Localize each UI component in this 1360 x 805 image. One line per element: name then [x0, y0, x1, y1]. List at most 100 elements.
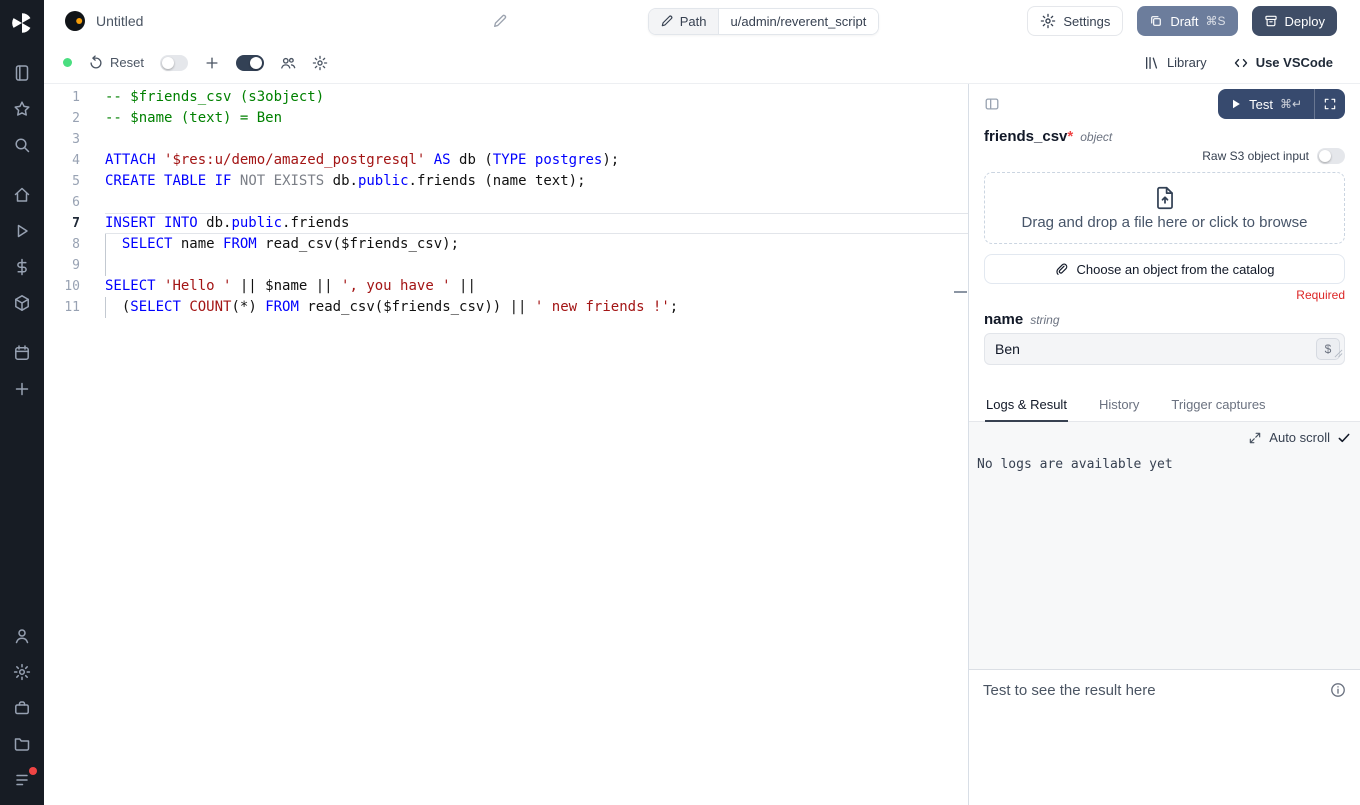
- arg-type-label: object: [1080, 130, 1112, 144]
- logs-section: Auto scroll No logs are available yet: [969, 422, 1360, 670]
- add-button[interactable]: [204, 55, 220, 71]
- code-line[interactable]: 9: [44, 255, 968, 276]
- required-hint: Required: [984, 288, 1345, 302]
- code-line[interactable]: 1-- $friends_csv (s3object): [44, 87, 968, 108]
- calendar-icon[interactable]: [11, 342, 33, 364]
- script-title[interactable]: Untitled: [96, 13, 143, 29]
- line-number: 6: [44, 192, 105, 213]
- autoscroll-label: Auto scroll: [1269, 430, 1330, 445]
- right-panel: Test ⌘↵ friends_csv* object Raw S3 objec…: [968, 84, 1360, 805]
- fullscreen-test-button[interactable]: [1314, 89, 1345, 119]
- notification-dot: [29, 767, 37, 775]
- path-label: Path: [680, 14, 707, 29]
- code-line[interactable]: 4ATTACH '$res:u/demo/amazed_postgresql' …: [44, 150, 968, 171]
- windmill-logo[interactable]: [9, 10, 35, 36]
- assistant-toggle[interactable]: [160, 55, 188, 71]
- status-dot: [63, 58, 72, 67]
- file-dropzone[interactable]: Drag and drop a file here or click to br…: [984, 172, 1345, 244]
- gear-icon: [312, 55, 328, 71]
- editor-settings-button[interactable]: [312, 55, 328, 71]
- editor-toolbar: Reset Library Use VSCode: [44, 42, 1360, 84]
- reset-button[interactable]: Reset: [88, 55, 144, 71]
- user-icon[interactable]: [11, 625, 33, 647]
- play-icon[interactable]: [11, 220, 33, 242]
- overview-ruler-cursor-mark: [954, 291, 967, 293]
- line-number: 10: [44, 276, 105, 297]
- panel-layout-icon[interactable]: [984, 96, 1000, 112]
- code-line[interactable]: 8 SELECT name FROM read_csv($friends_csv…: [44, 234, 968, 255]
- tab-logs-result[interactable]: Logs & Result: [985, 388, 1068, 421]
- code-line[interactable]: 5CREATE TABLE IF NOT EXISTS db.public.fr…: [44, 171, 968, 192]
- book-icon[interactable]: [11, 62, 33, 84]
- raw-s3-toggle[interactable]: [1317, 148, 1345, 164]
- maximize-icon: [1323, 97, 1337, 111]
- settings-button[interactable]: Settings: [1027, 6, 1123, 36]
- choose-catalog-object-button[interactable]: Choose an object from the catalog: [984, 254, 1345, 284]
- diff-toggle[interactable]: [236, 55, 264, 71]
- name-input[interactable]: [984, 333, 1345, 365]
- use-vscode-button[interactable]: Use VSCode: [1233, 55, 1333, 71]
- dropzone-label: Drag and drop a file here or click to br…: [1022, 214, 1308, 231]
- duckdb-language-icon: [64, 10, 86, 32]
- line-number: 7: [44, 213, 105, 234]
- users-icon: [280, 55, 296, 71]
- arg-name: name string $: [969, 302, 1360, 365]
- logs-empty-text: No logs are available yet: [969, 447, 1360, 482]
- upload-file-icon: [1152, 185, 1178, 211]
- library-button[interactable]: Library: [1144, 55, 1207, 71]
- line-number: 5: [44, 171, 105, 192]
- plus-icon: [204, 55, 220, 71]
- gear-icon: [1040, 13, 1056, 29]
- expand-logs-icon[interactable]: [1248, 431, 1262, 445]
- path-control[interactable]: Path u/admin/reverent_script: [648, 8, 880, 35]
- deploy-button[interactable]: Deploy: [1252, 6, 1337, 36]
- arg-friends-csv: friends_csv* object Raw S3 object input …: [969, 119, 1360, 302]
- sidebar-bottom-nav: [11, 625, 33, 791]
- cube-icon[interactable]: [11, 292, 33, 314]
- code-line[interactable]: 7INSERT INTO db.public.friends: [44, 213, 968, 234]
- folder-icon[interactable]: [11, 733, 33, 755]
- indent-guide: [105, 234, 106, 255]
- line-number: 11: [44, 297, 105, 318]
- search-icon[interactable]: [11, 134, 33, 156]
- raw-s3-label: Raw S3 object input: [1202, 149, 1309, 163]
- tab-trigger-captures[interactable]: Trigger captures: [1170, 388, 1266, 421]
- dollar-icon[interactable]: [11, 256, 33, 278]
- home-icon[interactable]: [11, 184, 33, 206]
- test-shortcut: ⌘↵: [1280, 97, 1302, 111]
- tab-history[interactable]: History: [1098, 388, 1140, 421]
- copy-icon: [1149, 14, 1163, 28]
- arg-name-label: name: [984, 311, 1023, 328]
- star-icon[interactable]: [11, 98, 33, 120]
- test-button[interactable]: Test ⌘↵: [1218, 89, 1314, 119]
- code-line[interactable]: 3: [44, 129, 968, 150]
- plus-icon[interactable]: [11, 378, 33, 400]
- line-number: 8: [44, 234, 105, 255]
- line-number: 1: [44, 87, 105, 108]
- gear-icon[interactable]: [11, 661, 33, 683]
- rotate-icon: [88, 55, 104, 71]
- code-line[interactable]: 2-- $name (text) = Ben: [44, 108, 968, 129]
- edit-title-icon[interactable]: [492, 13, 508, 29]
- code-editor[interactable]: 1-- $friends_csv (s3object)2-- $name (te…: [44, 84, 968, 805]
- code-line[interactable]: 10SELECT 'Hello ' || $name || ', you hav…: [44, 276, 968, 297]
- top-header: Untitled Path u/admin/reverent_script Se…: [44, 0, 1360, 42]
- line-number: 2: [44, 108, 105, 129]
- logs-icon[interactable]: [11, 769, 33, 791]
- result-section: Test to see the result here: [969, 670, 1360, 805]
- edit-path-icon: [660, 14, 674, 28]
- collaborators-button[interactable]: [280, 55, 296, 71]
- line-number: 9: [44, 255, 105, 276]
- code-line[interactable]: 6: [44, 192, 968, 213]
- draft-button[interactable]: Draft ⌘S: [1137, 6, 1237, 36]
- info-icon[interactable]: [1330, 682, 1346, 698]
- check-icon: [1337, 431, 1351, 445]
- code-line[interactable]: 11 (SELECT COUNT(*) FROM read_csv($frien…: [44, 297, 968, 318]
- variable-insert-button[interactable]: $: [1316, 338, 1340, 360]
- autoscroll-checkbox[interactable]: [1337, 431, 1351, 445]
- worker-icon[interactable]: [11, 697, 33, 719]
- archive-icon: [1264, 14, 1278, 28]
- draft-shortcut: ⌘S: [1206, 14, 1226, 28]
- sidebar-nav: [11, 62, 33, 400]
- required-asterisk: *: [1067, 128, 1073, 145]
